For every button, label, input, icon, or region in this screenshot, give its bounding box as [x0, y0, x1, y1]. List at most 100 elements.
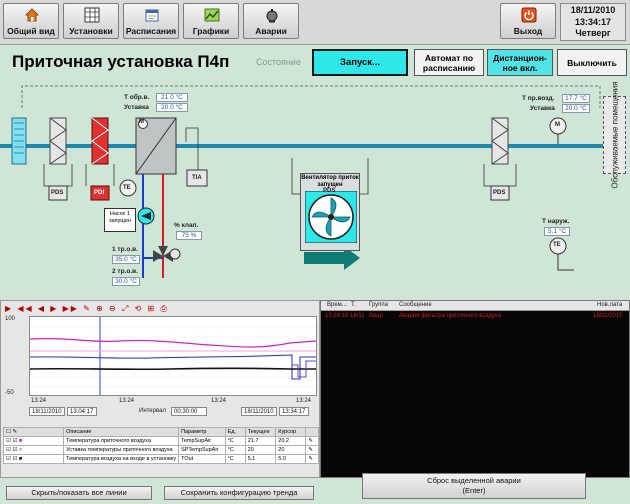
- pen-icon[interactable]: ✎: [305, 454, 319, 464]
- valve-label: % клап.: [174, 222, 199, 229]
- row-checkbox[interactable]: ☑ ☑ ■: [2, 454, 65, 464]
- toggle-all-lines-button[interactable]: Скрыть/показать все линии: [6, 486, 152, 500]
- from-date-field[interactable]: 18/11/2010: [29, 407, 65, 416]
- chart-icon: [204, 8, 220, 22]
- pump-state: запущен: [109, 218, 131, 224]
- row-checkbox[interactable]: ☑ ☑ ■: [2, 436, 65, 446]
- serviced-rooms: Обслуживаемые помещения: [603, 81, 626, 189]
- from-time-field[interactable]: 13:04:17: [67, 407, 97, 416]
- trend-lines: [30, 317, 316, 395]
- setpoint-value[interactable]: 20.0 °C: [156, 103, 188, 112]
- reset-alarm-label: Сброс выделенной аварии: [427, 476, 521, 485]
- x-label-1: 13:24: [31, 398, 47, 404]
- col-pen: [305, 427, 319, 437]
- t-return1-label: 1 тр.о.в.: [112, 246, 138, 253]
- table-row[interactable]: ☑ ☑ ■ Температура воздуха на входе в уст…: [2, 454, 319, 464]
- remote-on-button[interactable]: Дистанцион-ное вкл.: [487, 49, 553, 76]
- alarm-row[interactable]: 13:24:10 18/11 Авар Авария фильтра прито…: [321, 312, 629, 320]
- x-label-4: 13:24: [296, 398, 312, 404]
- t-supply-value: 21.0 °C: [156, 93, 188, 102]
- alarm-col-message: Сообщение: [399, 302, 432, 308]
- room-setpoint-label: Уставка: [530, 105, 555, 112]
- to-date-field[interactable]: 18/11/2010: [241, 407, 277, 416]
- trend-toolbar[interactable]: ▶ ◀◀ ◀ ▶ ▶▶ ✎ ⊕ ⊖ ⤢ ⟲ ⊞ ⎙: [5, 304, 169, 314]
- setpoint-label: Уставка: [124, 104, 149, 111]
- t-outdoor-label: Т наруж.: [542, 218, 570, 225]
- x-label-3: 13:24: [211, 398, 227, 404]
- t-return1-value: 35.0 °C: [112, 255, 140, 264]
- col-current: Текущее: [244, 427, 277, 437]
- t-return2-label: 2 тр.о.в.: [112, 268, 138, 275]
- te-outdoor-label: TE: [553, 242, 561, 248]
- trend-table-header: ☐ ✎ Описание Параметр Ед. Текущее Курсор: [2, 427, 319, 437]
- alarm-col-type: Т.: [351, 302, 356, 308]
- room-setpoint-value[interactable]: 20.0 °C: [562, 104, 590, 113]
- state-label: Состояние: [256, 57, 301, 67]
- supply-fan[interactable]: Вентилятор приток запущен: [300, 173, 360, 251]
- nav-button-schedules[interactable]: Расписания: [123, 3, 179, 39]
- col-param: Параметр: [178, 427, 226, 437]
- trend-plot[interactable]: [29, 316, 317, 396]
- pds-filter2-label: PDS: [493, 190, 506, 196]
- trend-table: ☐ ✎ Описание Параметр Ед. Текущее Курсор…: [2, 427, 319, 464]
- valve-value: 75 %: [176, 231, 202, 240]
- page-title: Приточная установка П4п: [12, 52, 230, 71]
- interval-label: Интервал: [139, 408, 166, 414]
- pump-status: Насос 1 запущен: [104, 208, 136, 232]
- nav-button-alarms[interactable]: Аварии: [243, 3, 299, 39]
- table-row[interactable]: ☑ ☑ ■ Температура приточного воздуха Tem…: [2, 436, 319, 446]
- alarm-panel: Врем... Т. Группа Сообщение Нов.лата 13:…: [320, 300, 630, 478]
- reset-alarm-button[interactable]: Сброс выделенной аварии (Enter): [362, 473, 586, 499]
- save-trend-config-button[interactable]: Сохранить конфигурацию тренда: [164, 486, 314, 500]
- t-room-value: 17.7 °C: [562, 94, 590, 103]
- t-return2-value: 30.0 °C: [112, 277, 140, 286]
- alarm-col-time: Врем...: [327, 302, 347, 308]
- m-label: M: [555, 122, 560, 128]
- serviced-rooms-label: Обслуживаемые помещения: [610, 81, 619, 189]
- pump-label: Насос 1: [109, 211, 131, 217]
- col-cursor: Курсор: [275, 427, 307, 437]
- pds-fan-label: PDS: [323, 188, 336, 194]
- col-description: Описание: [63, 427, 180, 437]
- off-button[interactable]: Выключить: [557, 49, 627, 76]
- nav-button-overview[interactable]: Общий вид: [3, 3, 59, 39]
- alarm-col-group: Группа: [369, 302, 389, 308]
- y-bottom-label: -50: [5, 390, 14, 396]
- toolbar: Общий вид Установки Расписания Графики А…: [0, 0, 630, 45]
- clock-date: 18/11/2010: [570, 5, 616, 15]
- pdi-heater-label: PDI: [94, 190, 105, 196]
- start-button[interactable]: Запуск...: [312, 49, 408, 76]
- grid-icon: [84, 7, 100, 23]
- alarm-icon: [266, 9, 278, 23]
- row-checkbox[interactable]: ☑ ☑ ■: [2, 445, 65, 455]
- pen-icon[interactable]: ✎: [305, 445, 319, 455]
- fan-icon: [305, 191, 357, 243]
- interval-field[interactable]: 00:30:00: [171, 407, 207, 416]
- schematic: Т обр.в. 21.0 °C Уставка 20.0 °C Вентиля…: [0, 78, 630, 300]
- calendar-icon: [145, 9, 159, 22]
- nav-button-charts[interactable]: Графики: [183, 3, 239, 39]
- col-checks: ☐ ✎: [2, 427, 65, 437]
- t-room-label: Т пр.возд.: [522, 95, 555, 102]
- power-icon: [521, 7, 537, 23]
- clock-time: 13:34:17: [574, 16, 612, 27]
- x-label-2: 13:24: [119, 398, 135, 404]
- nav-button-units[interactable]: Установки: [63, 3, 119, 39]
- te-heater-label: TE: [123, 185, 131, 191]
- tia-label: TIA: [192, 175, 202, 181]
- to-time-field[interactable]: 13:34:17: [279, 407, 309, 416]
- table-row[interactable]: ☑ ☑ ■ Уставка температуры приточного воз…: [2, 445, 319, 455]
- trend-panel: ▶ ◀◀ ◀ ▶ ▶▶ ✎ ⊕ ⊖ ⤢ ⟲ ⊞ ⎙ 100 -50 13:24 …: [0, 300, 320, 478]
- fan-label: Вентилятор приток: [301, 175, 359, 181]
- exit-button[interactable]: Выход: [500, 3, 556, 39]
- clock-display: 18/11/2010 13:34:17 Четверг: [560, 3, 626, 41]
- auto-schedule-button[interactable]: Автомат по расписанию: [414, 49, 484, 76]
- m-exchanger-label: M: [139, 119, 144, 125]
- t-supply-label: Т обр.в.: [124, 94, 150, 101]
- trend-y-axis: 100 -50: [3, 316, 27, 396]
- house-icon: [25, 8, 39, 22]
- clock-day: Четверг: [575, 28, 611, 38]
- reset-alarm-hint: (Enter): [462, 486, 486, 495]
- t-outdoor-value: 5.1 °C: [544, 227, 570, 236]
- pen-icon[interactable]: ✎: [305, 436, 319, 446]
